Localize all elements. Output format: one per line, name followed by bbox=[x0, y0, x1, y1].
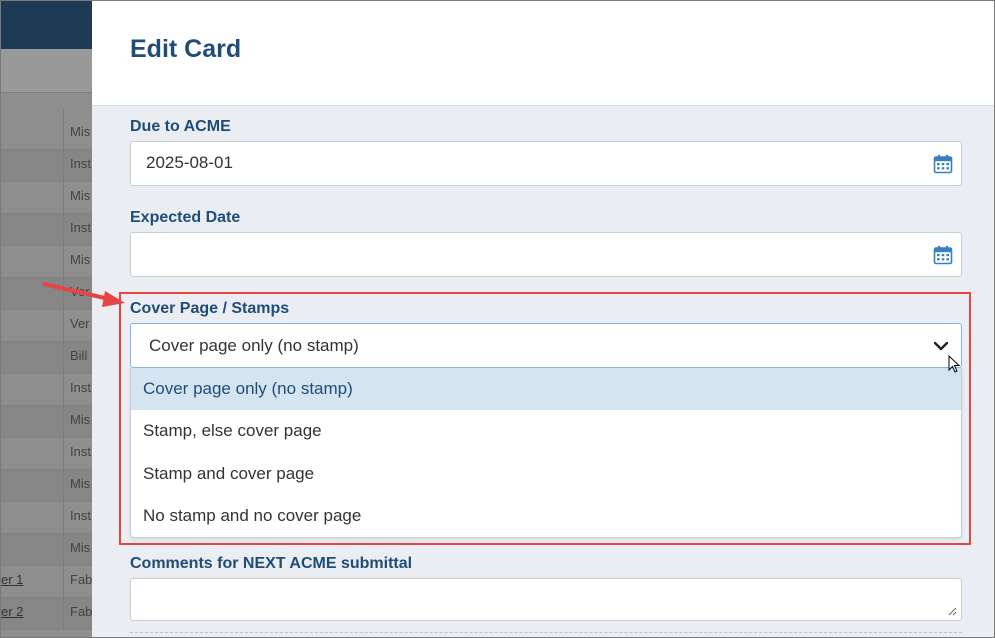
table-row: Mis bbox=[1, 406, 96, 438]
comments-textarea[interactable] bbox=[130, 578, 962, 621]
table-row: Inst bbox=[1, 374, 96, 406]
row-cell: Inst bbox=[70, 444, 91, 459]
row-cell: Mis bbox=[70, 412, 91, 427]
row-link[interactable]: er 1 bbox=[1, 572, 23, 587]
row-cell: Inst bbox=[70, 508, 91, 523]
calendar-icon[interactable] bbox=[933, 154, 953, 174]
due-to-label: Due to ACME bbox=[130, 118, 231, 135]
table-row: er 2 Fab bbox=[1, 598, 96, 630]
expected-date-input[interactable] bbox=[130, 232, 962, 277]
table-row: Bill bbox=[1, 342, 96, 374]
table-row: er 1 Fab bbox=[1, 566, 96, 598]
row-cell: Fab bbox=[70, 572, 93, 587]
table-row: Inst bbox=[1, 438, 96, 470]
row-link[interactable]: er 2 bbox=[1, 604, 23, 619]
table-row: Mis bbox=[1, 534, 96, 566]
expected-date-label: Expected Date bbox=[130, 209, 241, 226]
row-cell: Inst bbox=[70, 380, 91, 395]
calendar-icon[interactable] bbox=[933, 245, 953, 265]
row-cell: Mis bbox=[70, 540, 91, 555]
annotation-highlight-box bbox=[119, 292, 971, 545]
modal-title: Edit Card bbox=[130, 35, 242, 63]
row-cell: Fab bbox=[70, 604, 93, 619]
table-row: Inst bbox=[1, 502, 96, 534]
row-cell: Bill bbox=[70, 348, 88, 363]
cursor-icon bbox=[948, 355, 961, 373]
modal-header: Edit Card bbox=[92, 1, 994, 106]
screenshot-frame: Mis Inst Mis Inst Mis Ver Ver Bill Inst … bbox=[0, 0, 995, 638]
resize-grip-icon[interactable] bbox=[947, 606, 957, 616]
due-to-value: 2025-08-01 bbox=[146, 153, 233, 172]
comments-label: Comments for NEXT ACME submittal bbox=[130, 555, 413, 572]
dashed-divider bbox=[130, 632, 962, 633]
arrow-icon bbox=[42, 282, 125, 307]
row-cell: Mis bbox=[70, 476, 91, 491]
table-row: Mis bbox=[1, 470, 96, 502]
due-to-date-input[interactable]: 2025-08-01 bbox=[130, 141, 962, 186]
